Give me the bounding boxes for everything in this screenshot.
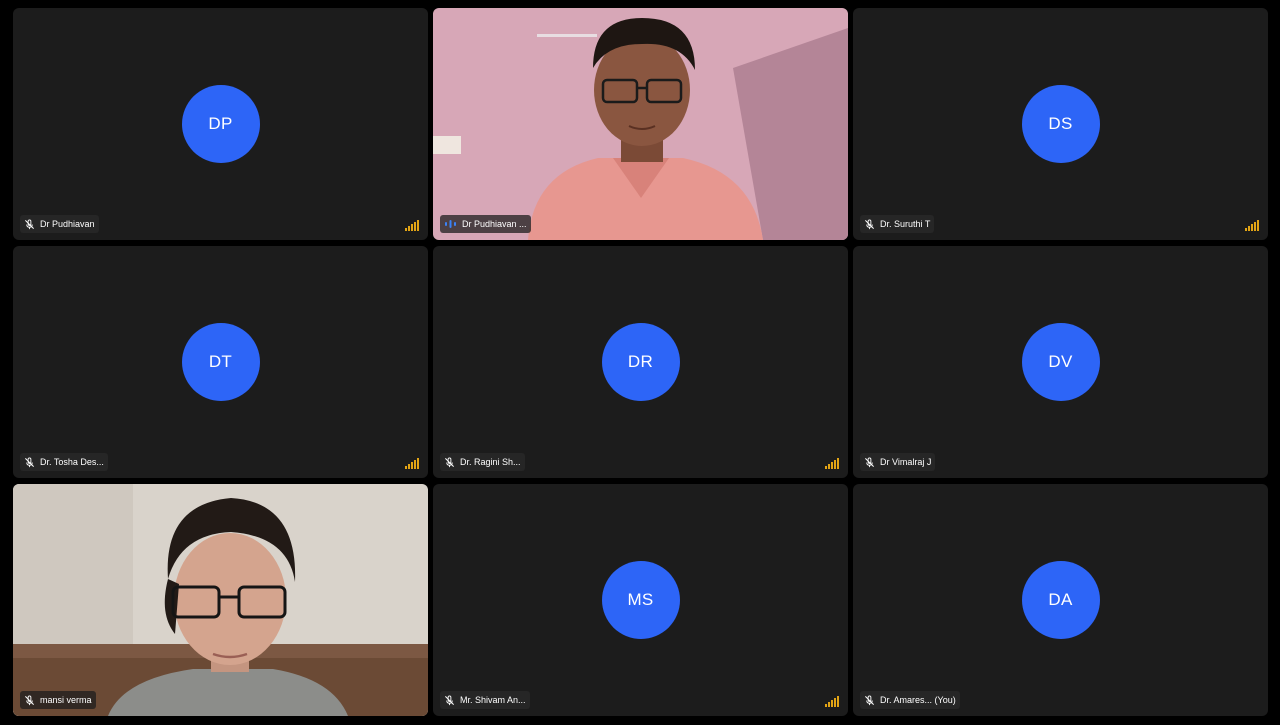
avatar: MS (601, 561, 680, 639)
participant-tile[interactable]: Dr Pudhiavan ... (433, 8, 848, 240)
participant-tile[interactable]: DA Dr. Amares... (You) (853, 484, 1268, 716)
participant-grid: DP Dr Pudhiavan Dr Pudhiavan ... DS Dr. … (13, 8, 1268, 717)
participant-video (13, 484, 428, 716)
name-tag: Dr. Ragini Sh... (440, 453, 525, 471)
participant-name: Dr. Ragini Sh... (460, 457, 521, 467)
avatar: DR (601, 323, 680, 401)
participant-tile[interactable]: DV Dr Vimalraj J (853, 246, 1268, 478)
participant-tile[interactable]: DS Dr. Suruthi T (853, 8, 1268, 240)
name-tag: Dr Vimalraj J (860, 453, 936, 471)
participant-tile[interactable]: mansi verma (13, 484, 428, 716)
signal-strength-icon (825, 458, 839, 469)
participant-tile[interactable]: DT Dr. Tosha Des... (13, 246, 428, 478)
avatar: DS (1021, 85, 1100, 163)
participant-tile[interactable]: DP Dr Pudhiavan (13, 8, 428, 240)
mic-off-icon (24, 456, 35, 468)
participant-name: Dr Pudhiavan (40, 219, 95, 229)
name-tag: Dr Pudhiavan ... (440, 215, 531, 233)
participant-name: Dr Vimalraj J (880, 457, 932, 467)
mic-off-icon (864, 456, 875, 468)
participant-tile[interactable]: DR Dr. Ragini Sh... (433, 246, 848, 478)
name-tag: Dr. Tosha Des... (20, 453, 108, 471)
avatar: DP (181, 85, 260, 163)
name-tag: Dr. Suruthi T (860, 215, 935, 233)
avatar: DA (1021, 561, 1100, 639)
signal-strength-icon (405, 220, 419, 231)
mic-off-icon (24, 218, 35, 230)
participant-tile[interactable]: MS Mr. Shivam An... (433, 484, 848, 716)
participant-video (433, 8, 848, 240)
participant-name: Dr. Amares... (You) (880, 695, 956, 705)
participant-name: Dr. Suruthi T (880, 219, 931, 229)
speaking-indicator-icon (444, 219, 457, 229)
name-tag: Dr Pudhiavan (20, 215, 99, 233)
participant-name: mansi verma (40, 695, 92, 705)
signal-strength-icon (1245, 220, 1259, 231)
signal-strength-icon (405, 458, 419, 469)
name-tag: Mr. Shivam An... (440, 691, 530, 709)
mic-off-icon (864, 218, 875, 230)
avatar: DT (181, 323, 260, 401)
participant-name: Mr. Shivam An... (460, 695, 526, 705)
mic-off-icon (864, 694, 875, 706)
mic-off-icon (444, 456, 455, 468)
avatar: DV (1021, 323, 1100, 401)
mic-off-icon (444, 694, 455, 706)
signal-strength-icon (825, 696, 839, 707)
name-tag: Dr. Amares... (You) (860, 691, 960, 709)
participant-name: Dr. Tosha Des... (40, 457, 104, 467)
name-tag: mansi verma (20, 691, 96, 709)
participant-name: Dr Pudhiavan ... (462, 219, 527, 229)
mic-off-icon (24, 694, 35, 706)
